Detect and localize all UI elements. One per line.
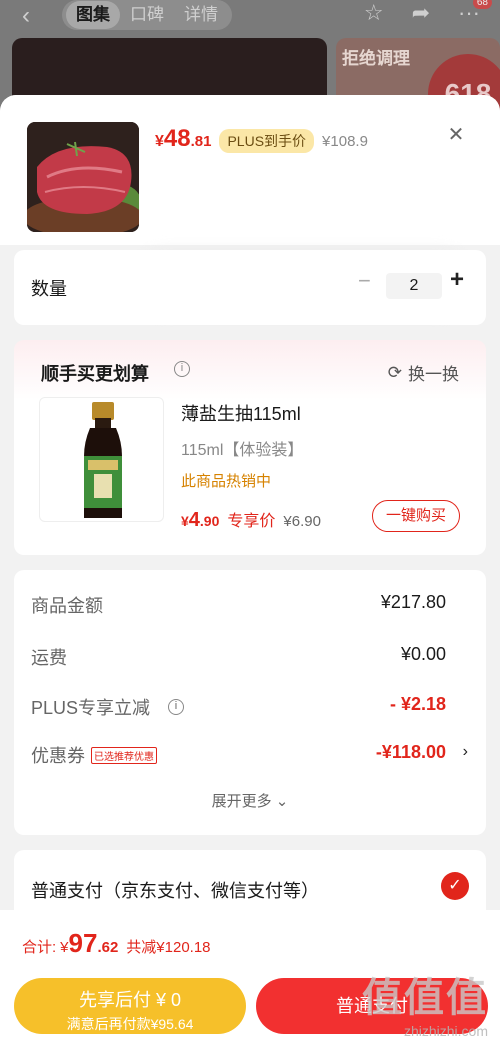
checkout-footer: 合计: ¥ 97 .62 共减¥120.18 先享后付 ¥ 0 满意后再付款¥9… <box>0 910 500 1039</box>
payment-method-label: 普通支付（京东支付、微信支付等） <box>31 881 319 901</box>
total-int: 97 <box>68 928 98 958</box>
quantity-plus-button[interactable]: + <box>450 266 464 294</box>
total-label: 合计: <box>22 939 57 956</box>
share-icon[interactable]: ➦ <box>412 0 430 26</box>
coupon-tag: 已选推荐优惠 <box>91 746 157 764</box>
addon-price-label: 专享价 <box>227 513 276 530</box>
message-badge: 68 <box>472 0 492 9</box>
expand-more-button[interactable]: 展开更多 ⌄ <box>14 790 486 811</box>
one-click-buy-button[interactable]: 一键购买 <box>372 500 460 532</box>
pay-later-button[interactable]: 先享后付 ¥ 0 满意后再付款¥95.64 <box>14 978 246 1034</box>
addon-hot-label: 此商品热销中 <box>181 473 272 490</box>
purchase-sheet: ¥48.81 PLUS到手价 ¥108.9 ✕ 数量 − 2 + 顺手买更划算 … <box>0 95 500 1039</box>
summary-value: -¥118.00 <box>375 742 446 762</box>
tab-gallery[interactable]: 图集 <box>66 1 120 29</box>
pay-later-sublabel: 满意后再付款¥95.64 <box>66 1016 194 1032</box>
watermark-url: zhizhizhi.com <box>403 1023 488 1039</box>
addon-product-name[interactable]: 薄盐生抽115ml <box>181 400 301 426</box>
tab-reviews[interactable]: 口碑 <box>120 1 174 29</box>
summary-row: 商品金额 ¥217.80 <box>31 592 446 618</box>
plus-price-tag: PLUS到手价 <box>219 129 315 153</box>
addon-product-spec: 115ml【体验装】 <box>181 442 304 459</box>
quantity-label: 数量 <box>31 279 67 299</box>
swap-button[interactable]: ⟳ 换一换 <box>388 360 459 385</box>
addon-title: 顺手买更划算 <box>41 364 149 384</box>
addon-price: ¥4.90 <box>181 509 220 531</box>
product-image <box>27 122 139 232</box>
swap-label: 换一换 <box>408 365 459 384</box>
product-price-row: ¥48.81 PLUS到手价 ¥108.9 <box>155 125 368 153</box>
back-icon[interactable]: ‹ <box>22 2 30 30</box>
summary-row: 运费 ¥0.00 <box>31 644 446 670</box>
refresh-icon: ⟳ <box>387 362 402 382</box>
banner-text: 拒绝调理 <box>342 49 410 68</box>
addon-price-row: ¥4.90 专享价 ¥6.90 <box>181 507 321 532</box>
summary-label: 商品金额 <box>31 596 103 616</box>
price-summary-card: 商品金额 ¥217.80 运费 ¥0.00 PLUS专享立减 i - ¥2.18 … <box>14 570 486 835</box>
pay-later-label: 先享后付 ¥ 0 <box>78 990 182 1010</box>
top-tabs: 图集 口碑 详情 <box>62 0 232 30</box>
total-row: 合计: ¥ 97 .62 共减¥120.18 <box>22 928 211 959</box>
coupon-row[interactable]: 优惠券 已选推荐优惠 -¥118.00 <box>31 742 446 768</box>
chevron-right-icon[interactable]: › <box>463 743 468 761</box>
quantity-minus-button[interactable]: − <box>358 268 371 294</box>
product-header: ¥48.81 PLUS到手价 ¥108.9 ✕ <box>0 95 500 245</box>
total-dec: .62 <box>97 939 119 956</box>
original-price: ¥108.9 <box>322 133 368 150</box>
product-price: ¥48.81 <box>155 125 212 152</box>
watermark: 值值值 zhizhizhi.com <box>362 965 488 1039</box>
summary-value: ¥0.00 <box>400 644 446 664</box>
addon-card: 顺手买更划算 i ⟳ 换一换 薄盐生抽115ml 115ml【体验装】 此商品热销… <box>14 340 486 555</box>
quantity-card: 数量 − 2 + <box>14 250 486 325</box>
info-icon[interactable]: i <box>174 361 190 377</box>
watermark-logo: 值值值 <box>362 976 488 1020</box>
info-icon[interactable]: i <box>168 699 185 715</box>
chevron-down-icon: ⌄ <box>275 793 289 810</box>
top-actions: ☆ ➦ ··· <box>364 0 480 26</box>
addon-product-image[interactable] <box>39 397 164 522</box>
summary-row: PLUS专享立减 i - ¥2.18 <box>31 694 446 720</box>
total-savings: 共减¥120.18 <box>126 939 211 956</box>
star-icon[interactable]: ☆ <box>364 0 384 26</box>
check-icon[interactable]: ✓ <box>441 872 469 900</box>
close-icon[interactable]: ✕ <box>444 123 468 147</box>
quantity-input[interactable]: 2 <box>386 273 442 299</box>
addon-original-price: ¥6.90 <box>283 513 321 530</box>
summary-value: - ¥2.18 <box>389 694 446 714</box>
total-currency: ¥ <box>60 939 69 956</box>
summary-label: PLUS专享立减 i <box>31 694 185 720</box>
summary-label: 优惠券 已选推荐优惠 <box>31 742 157 768</box>
tab-details[interactable]: 详情 <box>174 1 228 29</box>
summary-label: 运费 <box>31 648 67 668</box>
summary-value: ¥217.80 <box>380 592 446 612</box>
